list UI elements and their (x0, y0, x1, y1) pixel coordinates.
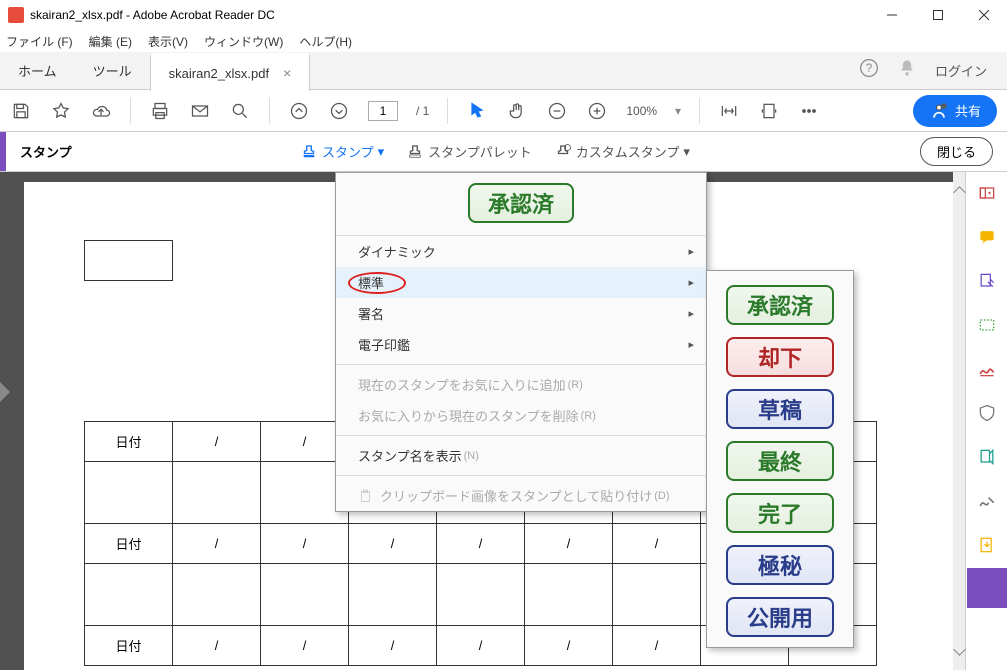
page-down-icon[interactable] (328, 100, 350, 122)
right-tool-strip (965, 172, 1007, 670)
tab-document-label: skairan2_xlsx.pdf (169, 66, 269, 81)
star-icon[interactable] (50, 100, 72, 122)
stamp-approved[interactable]: 承認済 (726, 285, 834, 325)
menu-signature[interactable]: 署名 (336, 298, 706, 329)
svg-text:+: + (943, 103, 946, 109)
mail-icon[interactable] (189, 100, 211, 122)
save-icon[interactable] (10, 100, 32, 122)
menu-standard[interactable]: 標準 (336, 267, 706, 298)
date-label: 日付 (85, 422, 173, 462)
bell-icon[interactable] (897, 58, 917, 83)
shield-icon[interactable] (976, 402, 998, 424)
page-total: / 1 (416, 104, 429, 118)
tab-document[interactable]: skairan2_xlsx.pdf × (150, 53, 311, 91)
search-icon[interactable] (229, 100, 251, 122)
titlebar: skairan2_xlsx.pdf - Adobe Acrobat Reader… (0, 0, 1007, 30)
stamp-palette-button[interactable]: スタンプパレット (406, 142, 532, 161)
menu-edit[interactable]: 編集 (E) (89, 33, 132, 50)
stamp-accent (0, 132, 6, 171)
more-icon[interactable] (798, 100, 820, 122)
menubar: ファイル (F) 編集 (E) 表示(V) ウィンドウ(W) ヘルプ(H) (0, 30, 1007, 52)
fit-page-icon[interactable] (758, 100, 780, 122)
menu-show-name[interactable]: スタンプ名を表示(N) (336, 440, 706, 471)
comment-icon[interactable] (976, 226, 998, 248)
stamp-secret[interactable]: 極秘 (726, 545, 834, 585)
zoom-dropdown-icon[interactable]: ▾ (675, 104, 681, 118)
menu-view[interactable]: 表示(V) (148, 33, 188, 50)
tab-close-icon[interactable]: × (283, 65, 291, 81)
tabbar-right: ? ログイン (859, 58, 1007, 83)
share-button[interactable]: + 共有 (913, 95, 997, 127)
stamp-final[interactable]: 最終 (726, 441, 834, 481)
close-button[interactable] (961, 0, 1007, 30)
stamp-bar: スタンプ スタンプ▾ スタンプパレット カスタムスタンプ▾ 閉じる (0, 132, 1007, 172)
signin-link[interactable]: ログイン (935, 61, 987, 80)
menu-file[interactable]: ファイル (F) (6, 33, 73, 50)
fit-width-icon[interactable] (718, 100, 740, 122)
stamp-tool-icon[interactable] (967, 568, 1007, 608)
favorite-stamp-preview: 承認済 (468, 183, 574, 223)
tab-home[interactable]: ホーム (0, 52, 75, 90)
window-title: skairan2_xlsx.pdf - Adobe Acrobat Reader… (30, 8, 275, 22)
stamp-dropdown-menu: 承認済 ダイナミック 標準 署名 電子印鑑 現在のスタンプをお気に入りに追加(R… (335, 172, 707, 512)
left-panel-toggle[interactable] (0, 382, 10, 402)
stamp-dropdown[interactable]: スタンプ▾ (300, 142, 384, 161)
stamp-bar-close[interactable]: 閉じる (920, 137, 993, 166)
fill-sign-icon[interactable] (976, 270, 998, 292)
menu-eseal[interactable]: 電子印鑑 (336, 329, 706, 360)
menu-help[interactable]: ヘルプ(H) (299, 33, 352, 50)
menu-paste-clipboard: クリップボード画像をスタンプとして貼り付け(D) (336, 480, 706, 511)
doc-table (84, 240, 173, 281)
hand-icon[interactable] (506, 100, 528, 122)
menu-dynamic[interactable]: ダイナミック (336, 236, 706, 267)
window-controls (869, 0, 1007, 30)
tabbar: ホーム ツール skairan2_xlsx.pdf × ? ログイン (0, 52, 1007, 90)
zoom-out-icon[interactable] (546, 100, 568, 122)
stamp-draft[interactable]: 草稿 (726, 389, 834, 429)
organize-icon[interactable] (976, 446, 998, 468)
print-icon[interactable] (149, 100, 171, 122)
minimize-button[interactable] (869, 0, 915, 30)
pointer-icon[interactable] (466, 100, 488, 122)
stamp-done[interactable]: 完了 (726, 493, 834, 533)
zoom-value[interactable]: 100% (626, 104, 657, 118)
cloud-icon[interactable] (90, 100, 112, 122)
sign-icon[interactable] (976, 358, 998, 380)
zoom-in-icon[interactable] (586, 100, 608, 122)
svg-text:?: ? (866, 62, 873, 75)
stamp-rejected[interactable]: 却下 (726, 337, 834, 377)
menu-del-favorite: お気に入りから現在のスタンプを削除(R) (336, 400, 706, 431)
tab-tools[interactable]: ツール (75, 52, 150, 90)
stamp-bar-label: スタンプ (20, 142, 72, 161)
page-input[interactable] (368, 101, 398, 121)
highlight-ring (348, 272, 406, 294)
page-up-icon[interactable] (288, 100, 310, 122)
app-icon (8, 7, 24, 23)
stamp-public[interactable]: 公開用 (726, 597, 834, 637)
share-label: 共有 (955, 101, 981, 120)
maximize-button[interactable] (915, 0, 961, 30)
favorite-stamp-row[interactable]: 承認済 (336, 173, 706, 236)
stamp-presets-panel: 承認済 却下 草稿 最終 完了 極秘 公開用 (706, 270, 854, 648)
redact-icon[interactable] (976, 490, 998, 512)
measure-icon[interactable] (976, 314, 998, 336)
panel-toggle-icon[interactable] (976, 182, 998, 204)
scrollbar[interactable] (953, 172, 965, 670)
export-icon[interactable] (976, 534, 998, 556)
menu-add-favorite: 現在のスタンプをお気に入りに追加(R) (336, 369, 706, 400)
toolbar: / 1 100% ▾ + 共有 (0, 90, 1007, 132)
menu-window[interactable]: ウィンドウ(W) (204, 33, 283, 50)
help-icon[interactable]: ? (859, 58, 879, 83)
stamp-custom-dropdown[interactable]: カスタムスタンプ▾ (554, 142, 690, 161)
